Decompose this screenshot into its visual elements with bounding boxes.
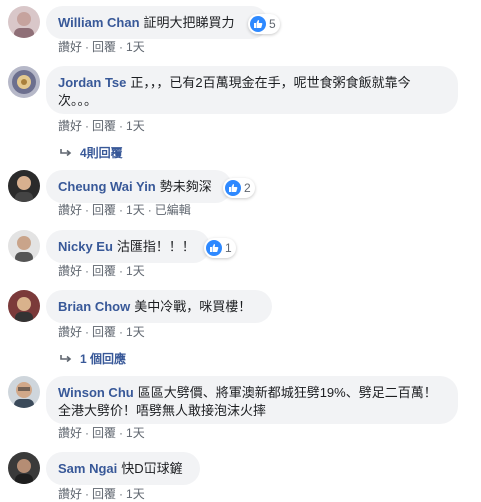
reply-arrow-icon [60,354,72,362]
edited-label[interactable]: 已編輯 [155,201,191,218]
reply-link[interactable]: 回覆 [92,424,116,441]
avatar[interactable] [8,290,40,322]
like-link[interactable]: 讚好 [58,323,82,340]
separator: · [85,203,90,217]
comment-actions: 讚好 · 回覆 · 1天 [58,424,145,441]
separator: · [85,487,90,501]
comment-author[interactable]: William Chan [58,15,140,30]
timestamp[interactable]: 1天 [126,117,145,134]
comment-bubble: Jordan Tse 正，，，已有2百萬現金在手，呢世食粥食飯就靠今次。。。 [46,66,458,114]
like-link[interactable]: 讚好 [58,424,82,441]
comment-bubble: William Chan 証明大把睇買力 [46,6,268,39]
comment-actions: 讚好 · 回覆 · 1天 [58,117,145,134]
comment-text: 勢未夠深 [159,179,212,194]
comment-author[interactable]: Sam Ngai [58,461,117,476]
timestamp[interactable]: 1天 [126,485,145,502]
thumbs-up-icon [225,180,241,196]
like-link[interactable]: 讚好 [58,201,82,218]
avatar[interactable] [8,230,40,262]
separator: · [85,119,90,133]
like-link[interactable]: 讚好 [58,485,82,502]
comment-text: 快D冚球鏟 [121,461,183,476]
comment-actions: 讚好 · 回覆 · 1天 · 已編輯 [58,201,191,218]
separator: · [119,40,124,54]
comment-author[interactable]: Winson Chu [58,385,134,400]
avatar[interactable] [8,376,40,408]
separator: · [119,325,124,339]
reply-link[interactable]: 回覆 [92,117,116,134]
comment-actions: 讚好 · 回覆 · 1天 [58,485,145,502]
thumbs-up-icon [206,240,222,256]
timestamp[interactable]: 1天 [126,38,145,55]
comment-actions: 讚好 · 回覆 · 1天 [58,323,145,340]
timestamp[interactable]: 1天 [126,323,145,340]
reply-link[interactable]: 回覆 [92,323,116,340]
comment-author[interactable]: Nicky Eu [58,239,113,254]
like-link[interactable]: 讚好 [58,117,82,134]
avatar[interactable] [8,66,40,98]
comment-bubble: Winson Chu 區區大劈價、將軍澳新都城狂劈19%、劈足二百萬！全港大劈价！… [46,376,458,424]
avatar[interactable] [8,6,40,38]
reaction-number: 5 [269,17,276,31]
reaction-count[interactable]: 2 [223,178,255,198]
separator: · [85,40,90,54]
comment-text: 美中冷戰，咪買樓！ [134,299,252,314]
comment-bubble: Nicky Eu 沽匯指！！！ [46,230,210,263]
reaction-number: 1 [225,241,232,255]
comment-author[interactable]: Cheung Wai Yin [58,179,156,194]
reaction-number: 2 [244,181,251,195]
avatar[interactable] [8,170,40,202]
like-link[interactable]: 讚好 [58,38,82,55]
timestamp[interactable]: 1天 [126,201,145,218]
comment-bubble: Cheung Wai Yin 勢未夠深 [46,170,232,203]
comment-text: 沽匯指！！！ [116,239,195,254]
reply-link[interactable]: 回覆 [92,201,116,218]
separator: · [119,264,124,278]
comment-bubble: Sam Ngai 快D冚球鏟 [46,452,200,485]
reaction-count[interactable]: 1 [204,238,236,258]
reply-arrow-icon [60,148,72,156]
reaction-count[interactable]: 5 [248,14,280,34]
replies-label: 1 個回應 [80,352,127,366]
timestamp[interactable]: 1天 [126,424,145,441]
timestamp[interactable]: 1天 [126,262,145,279]
replies-label: 4則回覆 [80,146,123,160]
view-replies-link[interactable]: 1 個回應 [60,350,126,367]
reply-link[interactable]: 回覆 [92,38,116,55]
comment-author[interactable]: Jordan Tse [58,75,126,90]
reply-link[interactable]: 回覆 [92,262,116,279]
separator: · [119,203,124,217]
separator: · [147,203,152,217]
separator: · [85,426,90,440]
separator: · [119,426,124,440]
view-replies-link[interactable]: 4則回覆 [60,144,123,161]
thumbs-up-icon [250,16,266,32]
avatar[interactable] [8,452,40,484]
like-link[interactable]: 讚好 [58,262,82,279]
separator: · [85,325,90,339]
separator: · [119,119,124,133]
comment-actions: 讚好 · 回覆 · 1天 [58,262,145,279]
reply-link[interactable]: 回覆 [92,485,116,502]
comment-author[interactable]: Brian Chow [58,299,130,314]
comment-text: 証明大把睇買力 [143,15,235,30]
comment-bubble: Brian Chow 美中冷戰，咪買樓！ [46,290,272,323]
comment-actions: 讚好 · 回覆 · 1天 [58,38,145,55]
separator: · [119,487,124,501]
separator: · [85,264,90,278]
